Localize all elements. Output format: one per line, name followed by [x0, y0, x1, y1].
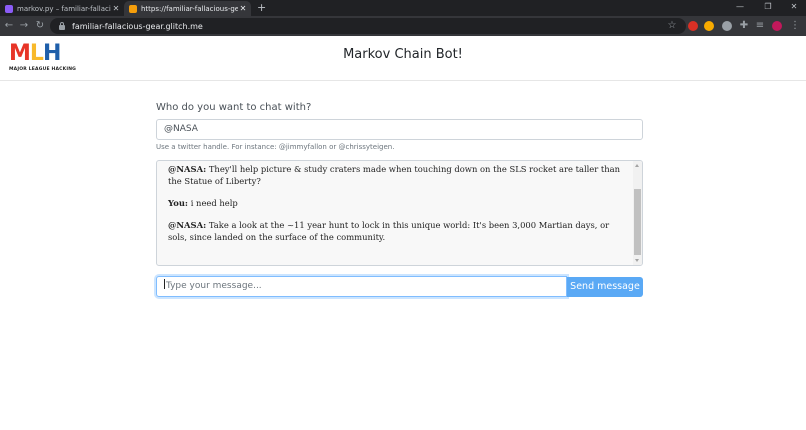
message-text: They'll help picture & study craters mad… [168, 164, 621, 186]
scrollbar-thumb[interactable] [634, 189, 641, 255]
close-window-icon[interactable]: ✕ [782, 1, 806, 13]
minimize-icon[interactable]: — [728, 1, 752, 13]
url-text: familiar-fallacious-gear.glitch.me [72, 21, 203, 31]
chat-message: You: i need help [168, 197, 628, 209]
site-favicon-icon [129, 4, 137, 13]
tab-label: markov.py – familiar-fallacious-g [17, 4, 111, 13]
handle-help-text: Use a twitter handle. For instance: @jim… [156, 143, 395, 151]
chat-scrollbar[interactable] [633, 161, 642, 265]
text-caret [164, 279, 165, 289]
message-text: Take a look at the ~11 year hunt to lock… [168, 220, 610, 242]
chat-message: @NASA: Take a look at the ~11 year hunt … [168, 219, 628, 243]
extension-icon[interactable] [704, 21, 714, 31]
browser-toolbar: ← → ↻ familiar-fallacious-gear.glitch.me… [0, 16, 806, 36]
close-tab-icon[interactable]: ✕ [238, 4, 248, 13]
logo-subtitle: MAJOR LEAGUE HACKING [9, 67, 77, 72]
twitter-handle-input[interactable]: @NASA [156, 119, 643, 140]
browser-tab-app[interactable]: https://familiar-fallacious-gear.gl ✕ [124, 1, 251, 16]
chat-message: @NASA: They'll help picture & study crat… [168, 163, 628, 187]
reload-icon[interactable]: ↻ [34, 20, 46, 32]
scroll-down-icon[interactable] [635, 259, 639, 262]
extension-icon[interactable] [722, 21, 732, 31]
scroll-up-icon[interactable] [635, 164, 639, 167]
site-header: M L H MAJOR LEAGUE HACKING Markov Chain … [0, 36, 806, 81]
handle-question-label: Who do you want to chat with? [156, 102, 312, 113]
glitch-favicon-icon [5, 4, 13, 13]
tab-label: https://familiar-fallacious-gear.gl [141, 4, 238, 13]
browser-tab-editor[interactable]: markov.py – familiar-fallacious-g ✕ [0, 1, 124, 16]
maximize-icon[interactable]: ❐ [756, 1, 780, 13]
address-bar[interactable]: familiar-fallacious-gear.glitch.me [50, 18, 686, 34]
extension-icon[interactable] [688, 21, 698, 31]
new-tab-button[interactable]: + [257, 1, 266, 15]
chat-messages: @NASA: They'll help picture & study crat… [168, 163, 628, 253]
forward-icon[interactable]: → [18, 20, 30, 32]
media-queue-icon[interactable]: ≡ [754, 20, 766, 32]
message-input[interactable]: Type your message... [156, 276, 567, 297]
message-sender: @NASA: [168, 220, 207, 230]
message-placeholder: Type your message... [166, 281, 262, 291]
message-text: i need help [190, 198, 238, 208]
message-sender: You: [168, 198, 189, 208]
message-sender: @NASA: [168, 164, 207, 174]
profile-avatar[interactable] [772, 21, 782, 31]
chat-transcript[interactable]: @NASA: They'll help picture & study crat… [156, 160, 643, 266]
bookmark-star-icon[interactable]: ☆ [666, 20, 678, 32]
page-title: Markov Chain Bot! [343, 47, 463, 62]
menu-icon[interactable]: ⋮ [789, 20, 801, 32]
back-icon[interactable]: ← [3, 20, 15, 32]
send-message-button[interactable]: Send message [567, 277, 643, 297]
extensions-puzzle-icon[interactable]: ✚ [738, 20, 750, 32]
lock-icon [59, 21, 65, 30]
close-tab-icon[interactable]: ✕ [111, 4, 121, 13]
browser-tab-bar: markov.py – familiar-fallacious-g ✕ http… [0, 0, 806, 16]
